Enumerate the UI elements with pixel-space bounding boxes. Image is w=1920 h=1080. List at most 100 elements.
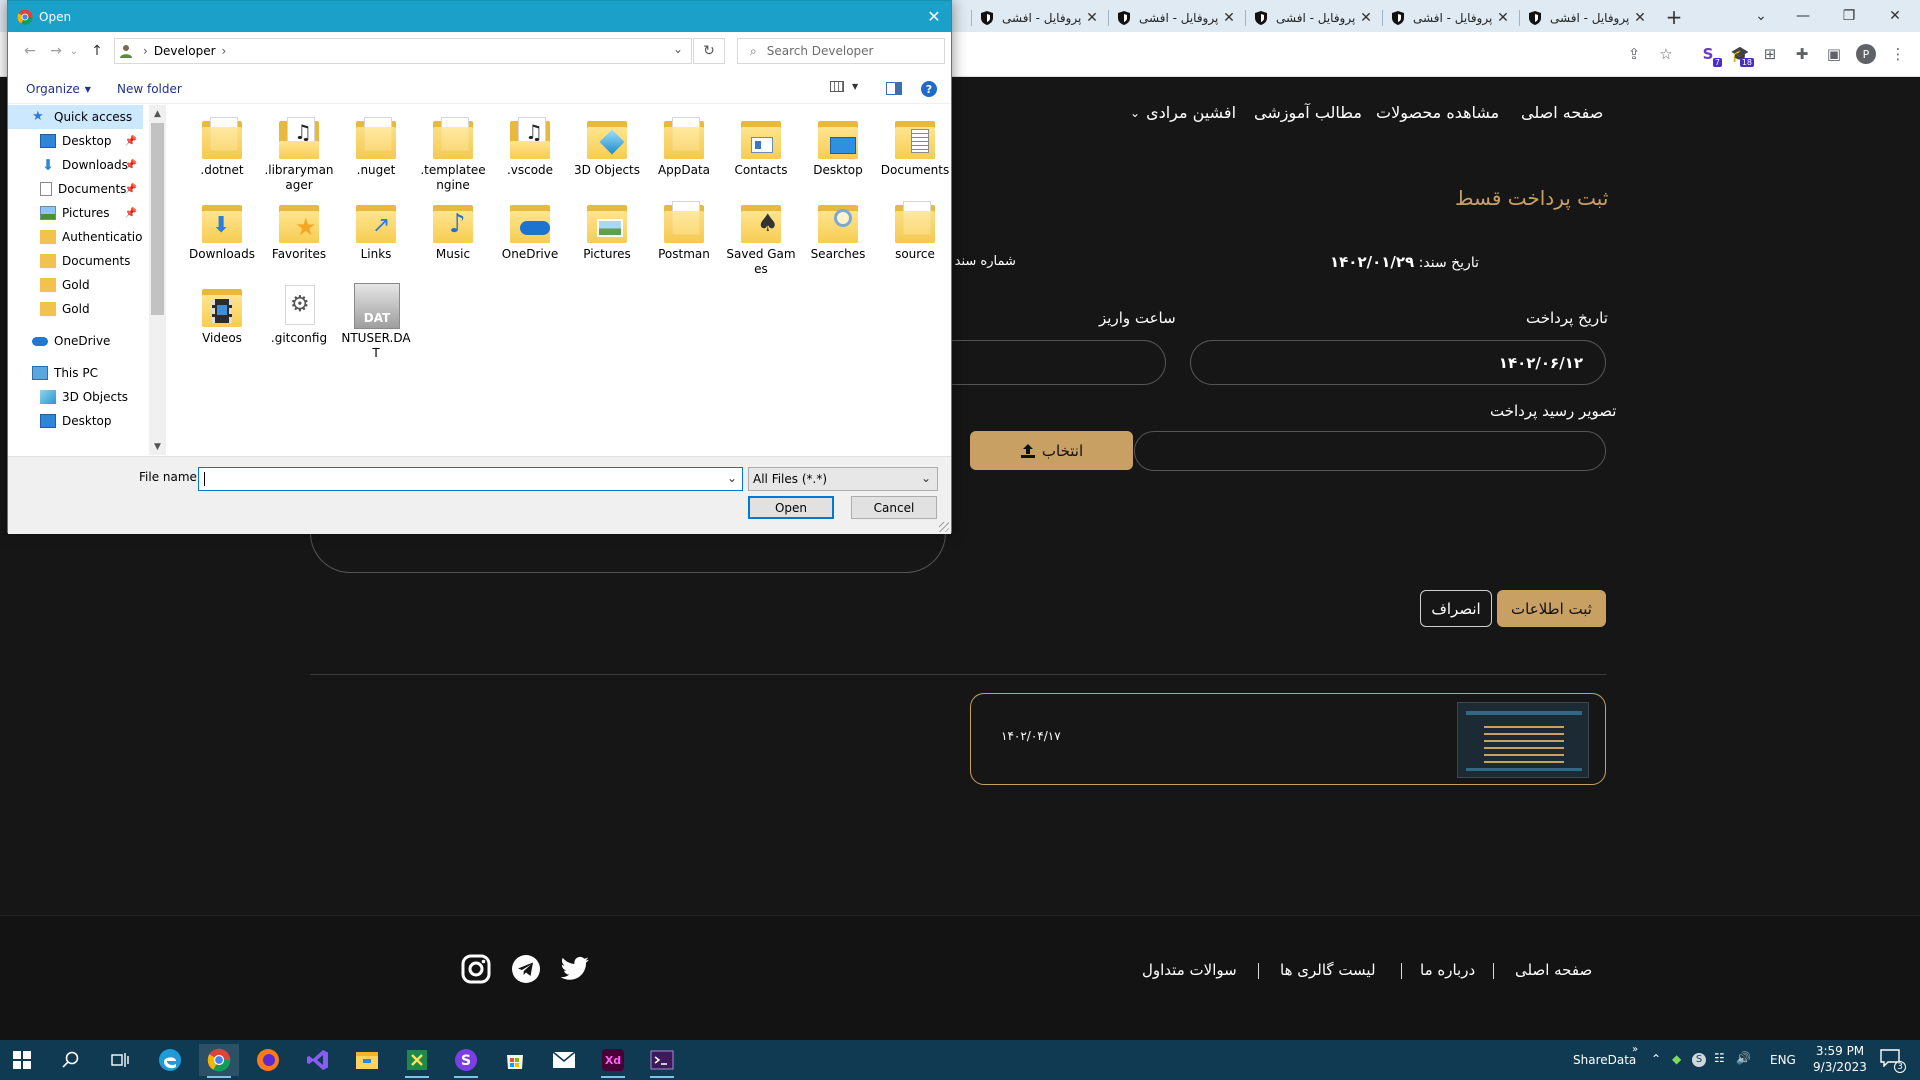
file-item-templateengine[interactable]: .templateengine bbox=[417, 115, 489, 193]
browser-tab[interactable]: پروفایل - افشی ✕ bbox=[1520, 4, 1656, 32]
chrome-icon[interactable] bbox=[199, 1044, 239, 1078]
browser-tab[interactable]: پروفایل - افشی ✕ bbox=[972, 4, 1108, 32]
overflow-chevron-icon[interactable]: » bbox=[1632, 1044, 1638, 1055]
nav-desktop-pc[interactable]: Desktop bbox=[8, 409, 143, 433]
submit-button[interactable]: ثبت اطلاعات bbox=[1497, 590, 1606, 627]
browser-tab[interactable]: پروفایل - افشی ✕ bbox=[1383, 4, 1519, 32]
scroll-down-icon[interactable]: ▼ bbox=[149, 438, 166, 455]
side-panel-icon[interactable]: ▣ bbox=[1820, 40, 1848, 68]
wifi-icon[interactable]: ☷ bbox=[1714, 1051, 1725, 1065]
file-explorer-icon[interactable] bbox=[347, 1044, 387, 1076]
show-hidden-icons[interactable]: ⌃ bbox=[1651, 1052, 1661, 1066]
language-indicator[interactable]: ENG bbox=[1770, 1053, 1796, 1067]
file-item-gitconfig[interactable]: ⚙ .gitconfig bbox=[263, 283, 335, 346]
sharedata-label[interactable]: ShareData bbox=[1573, 1053, 1636, 1067]
footer-link-home[interactable]: صفحه اصلی bbox=[1515, 961, 1592, 979]
notifications-icon[interactable]: 3 bbox=[1880, 1049, 1906, 1073]
up-arrow-icon[interactable]: ↑ bbox=[86, 39, 108, 63]
nav-home[interactable]: صفحه اصلی bbox=[1521, 103, 1603, 122]
open-button[interactable]: Open bbox=[748, 496, 834, 519]
new-tab-button[interactable]: + bbox=[1661, 4, 1687, 30]
minimize-button[interactable]: — bbox=[1780, 0, 1826, 32]
file-item-3d-objects[interactable]: 3D Objects bbox=[571, 115, 643, 178]
file-item-music[interactable]: ♪ Music bbox=[417, 199, 489, 262]
adobe-xd-icon[interactable]: Xd bbox=[593, 1044, 633, 1078]
choose-file-button[interactable]: انتخاب bbox=[970, 431, 1133, 470]
nav-documents-folder[interactable]: Documents bbox=[8, 249, 143, 273]
terminal-icon[interactable] bbox=[642, 1044, 682, 1078]
nav-products[interactable]: مشاهده محصولات bbox=[1376, 103, 1499, 122]
nav-documents[interactable]: Documents 📌 bbox=[8, 177, 143, 201]
help-icon[interactable]: ? bbox=[921, 81, 937, 97]
nav-authentication[interactable]: Authentication bbox=[8, 225, 143, 249]
nav-3d-objects[interactable]: 3D Objects bbox=[8, 385, 143, 409]
footer-link-gallery[interactable]: لیست گالری ها bbox=[1280, 961, 1376, 979]
tab-search-button[interactable]: ⌄ bbox=[1738, 0, 1784, 32]
file-type-select[interactable]: All Files (*.*) ⌄ bbox=[748, 467, 938, 491]
preview-pane-button[interactable] bbox=[886, 82, 902, 95]
extensions-puzzle-icon[interactable]: ✚ bbox=[1788, 40, 1816, 68]
extension-s-icon[interactable]: S7 bbox=[1694, 40, 1722, 68]
file-item-source[interactable]: source bbox=[879, 199, 951, 262]
profile-avatar[interactable]: P bbox=[1852, 40, 1880, 68]
nav-quick-access[interactable]: ★ Quick access bbox=[8, 105, 143, 129]
visual-studio-icon[interactable] bbox=[298, 1044, 338, 1076]
resize-grip-icon[interactable] bbox=[939, 522, 949, 532]
restore-button[interactable]: ❐ bbox=[1826, 0, 1872, 32]
task-view-icon[interactable] bbox=[100, 1044, 140, 1076]
file-item-videos[interactable]: Videos bbox=[186, 283, 258, 346]
close-icon[interactable]: ✕ bbox=[1632, 10, 1648, 26]
file-item-dotnet[interactable]: .dotnet bbox=[186, 115, 258, 178]
close-icon[interactable]: ✕ bbox=[1084, 10, 1100, 26]
search-icon[interactable] bbox=[51, 1044, 91, 1076]
edge-icon[interactable] bbox=[150, 1044, 190, 1076]
payment-record-card[interactable]: ۱۴۰۲/۰۴/۱۷ bbox=[970, 693, 1606, 785]
skype-icon[interactable]: S bbox=[1692, 1051, 1706, 1067]
recent-chevron-icon[interactable]: ⌄ bbox=[67, 39, 81, 63]
kebab-menu-icon[interactable]: ⋮ bbox=[1884, 40, 1912, 68]
close-window-button[interactable]: ✕ bbox=[1872, 0, 1918, 32]
dialog-title-bar[interactable]: Open bbox=[8, 1, 951, 32]
file-item-onedrive[interactable]: OneDrive bbox=[494, 199, 566, 262]
file-item-librarymanager[interactable]: ♫ .librarymanager bbox=[263, 115, 335, 193]
dialog-close-button[interactable]: ✕ bbox=[917, 1, 951, 32]
nav-downloads[interactable]: ⬇ Downloads 📌 bbox=[8, 153, 143, 177]
mail-icon[interactable] bbox=[544, 1044, 584, 1076]
start-icon[interactable] bbox=[2, 1044, 42, 1076]
clock[interactable]: 3:59 PM 9/3/2023 bbox=[1810, 1043, 1870, 1075]
file-item-saved-games[interactable]: ♠ Saved Games bbox=[725, 199, 797, 277]
file-item-favorites[interactable]: ★ Favorites bbox=[263, 199, 335, 262]
forward-arrow-icon[interactable]: → bbox=[45, 39, 67, 63]
network-status-icon[interactable]: ◆ bbox=[1672, 1052, 1681, 1066]
new-folder-button[interactable]: New folder bbox=[117, 82, 182, 96]
instagram-icon[interactable] bbox=[459, 952, 493, 986]
nav-onedrive[interactable]: OneDrive bbox=[8, 329, 143, 353]
nav-gold[interactable]: Gold bbox=[8, 297, 143, 321]
nav-articles[interactable]: مطالب آموزشی bbox=[1254, 103, 1362, 122]
extension-plus-icon[interactable]: ⊞ bbox=[1756, 40, 1784, 68]
file-item-searches[interactable]: Searches bbox=[802, 199, 874, 262]
store-icon[interactable] bbox=[495, 1044, 535, 1076]
telegram-icon[interactable] bbox=[509, 952, 543, 986]
nav-pictures[interactable]: Pictures 📌 bbox=[8, 201, 143, 225]
file-item-postman[interactable]: Postman bbox=[648, 199, 720, 262]
share-icon[interactable]: ⇪ bbox=[1620, 40, 1648, 68]
file-item-ntuser[interactable]: DAT NTUSER.DAT bbox=[340, 283, 412, 361]
receipt-thumbnail[interactable] bbox=[1457, 702, 1589, 778]
volume-icon[interactable]: 🔊 bbox=[1736, 1051, 1751, 1065]
file-name-input[interactable]: ⌄ bbox=[198, 467, 743, 491]
file-item-vscode[interactable]: ♫ .vscode bbox=[494, 115, 566, 178]
scroll-up-icon[interactable]: ▲ bbox=[149, 105, 166, 122]
breadcrumb-developer[interactable]: Developer bbox=[154, 44, 216, 58]
chevron-down-icon[interactable]: ⌄ bbox=[727, 471, 737, 485]
footer-link-about[interactable]: درباره ما bbox=[1420, 961, 1475, 979]
cancel-dialog-button[interactable]: Cancel bbox=[851, 496, 937, 519]
search-input[interactable]: ⌕ Search Developer bbox=[737, 38, 945, 64]
file-item-nuget[interactable]: .nuget bbox=[340, 115, 412, 178]
footer-link-faq[interactable]: سوالات متداول bbox=[1142, 961, 1237, 979]
cancel-button[interactable]: انصراف bbox=[1420, 590, 1492, 627]
nav-gold[interactable]: Gold bbox=[8, 273, 143, 297]
close-icon[interactable]: ✕ bbox=[1495, 10, 1511, 26]
address-dropdown-icon[interactable]: ⌄ bbox=[673, 42, 683, 56]
file-item-documents[interactable]: Documents bbox=[879, 115, 951, 178]
